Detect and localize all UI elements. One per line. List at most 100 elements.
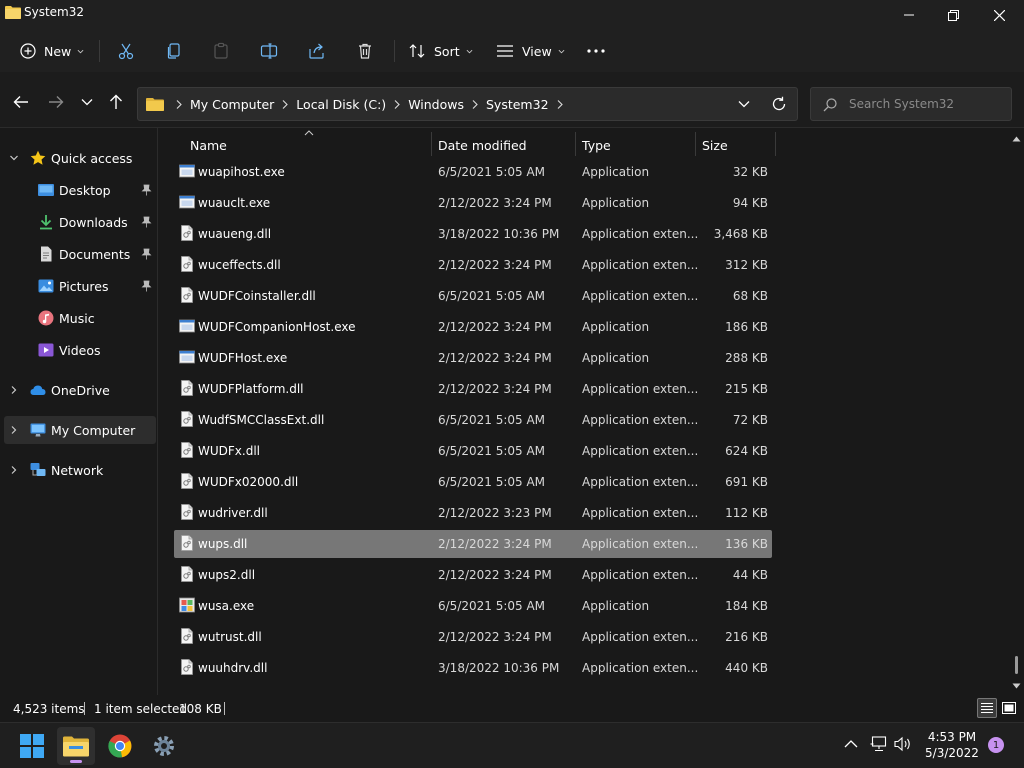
folder-icon (5, 6, 21, 19)
chevron-right-icon[interactable] (9, 425, 19, 435)
chevron-down-icon (77, 49, 84, 53)
vertical-scrollbar[interactable] (1009, 128, 1024, 695)
arrow-left-icon (13, 96, 28, 108)
pin-icon[interactable] (141, 216, 152, 228)
command-bar: New Sort View (0, 30, 1024, 72)
column-divider[interactable] (575, 132, 576, 156)
restore-button[interactable] (930, 0, 976, 30)
network-status-icon[interactable] (870, 736, 888, 752)
file-row[interactable]: wuauclt.exe 2/12/2022 3:24 PM Application 9… (174, 189, 772, 217)
minimize-button[interactable] (886, 0, 932, 30)
cut-button[interactable] (117, 38, 135, 64)
file-row[interactable]: wups.dll 2/12/2022 3:24 PM Application ext… (174, 530, 772, 558)
recent-locations-button[interactable] (77, 92, 97, 112)
sidebar-item-label: Desktop (59, 183, 111, 198)
file-date: 3/18/2022 10:36 PM (438, 661, 560, 675)
back-button[interactable] (11, 92, 31, 112)
details-view-button[interactable] (977, 698, 997, 718)
file-row[interactable]: WUDFPlatform.dll 2/12/2022 3:24 PM Applica… (174, 375, 772, 403)
column-header-date[interactable]: Date modified (438, 138, 527, 153)
sidebar-item-downloads[interactable]: Downloads (0, 208, 156, 236)
chevron-up-icon[interactable] (844, 739, 858, 749)
column-header-type[interactable]: Type (582, 138, 611, 153)
file-row[interactable]: WUDFCompanionHost.exe 2/12/2022 3:24 PM Ap… (174, 313, 772, 341)
share-button[interactable] (308, 38, 326, 64)
pin-icon[interactable] (141, 280, 152, 292)
status-bar: 4,523 items 1 item selected 108 KB (0, 695, 1024, 722)
breadcrumb-my-computer[interactable]: My Computer (190, 97, 274, 112)
pin-icon[interactable] (141, 184, 152, 196)
file-size: 186 KB (725, 320, 768, 334)
chevron-right-icon[interactable] (9, 385, 19, 395)
sidebar-item-videos[interactable]: Videos (0, 336, 156, 364)
file-row[interactable]: wuceffects.dll 2/12/2022 3:24 PM Applicati… (174, 251, 772, 279)
window-title: System32 (24, 5, 85, 19)
search-box[interactable] (810, 87, 1012, 121)
system-clock[interactable]: 4:53 PM 5/3/2022 (920, 729, 984, 761)
chevron-right-icon (557, 99, 563, 109)
file-name: wups.dll (198, 537, 248, 551)
exe-file-icon (179, 195, 195, 209)
sort-button[interactable]: Sort (408, 38, 473, 64)
taskbar-file-explorer[interactable] (57, 727, 95, 765)
delete-button[interactable] (356, 38, 374, 64)
up-button[interactable] (106, 92, 126, 112)
sidebar-item-network[interactable]: Network (0, 456, 156, 484)
address-bar[interactable]: My Computer Local Disk (C:) Windows Syst… (137, 87, 798, 121)
file-row[interactable]: wudriver.dll 2/12/2022 3:23 PM Application… (174, 499, 772, 527)
sidebar-item-desktop[interactable]: Desktop (0, 176, 156, 204)
file-row[interactable]: wutrust.dll 2/12/2022 3:24 PM Application … (174, 623, 772, 651)
notification-badge[interactable]: 1 (988, 737, 1004, 753)
sidebar-item-my-computer[interactable]: My Computer (4, 416, 156, 444)
file-name: WUDFCompanionHost.exe (198, 320, 356, 334)
scroll-down-icon[interactable] (1012, 683, 1021, 689)
start-button[interactable] (13, 727, 51, 765)
search-input[interactable] (849, 96, 1004, 112)
sidebar-item-onedrive[interactable]: OneDrive (0, 376, 156, 404)
new-button[interactable]: New (20, 38, 84, 64)
chevron-right-icon[interactable] (9, 465, 19, 475)
sidebar-item-documents[interactable]: Documents (0, 240, 156, 268)
thumbnail-view-button[interactable] (999, 698, 1019, 718)
file-row[interactable]: wuaueng.dll 3/18/2022 10:36 PM Application… (174, 220, 772, 248)
file-row[interactable]: wuuhdrv.dll 3/18/2022 10:36 PM Application… (174, 654, 772, 682)
breadcrumb-local-disk[interactable]: Local Disk (C:) (296, 97, 386, 112)
file-row[interactable]: WUDFx.dll 6/5/2021 5:05 AM Application ext… (174, 437, 772, 465)
volume-icon[interactable] (894, 736, 912, 752)
paste-button[interactable] (212, 38, 230, 64)
scroll-up-icon[interactable] (1012, 136, 1021, 142)
view-button[interactable]: View (496, 38, 565, 64)
scrollbar-thumb[interactable] (1015, 656, 1018, 674)
forward-button[interactable] (46, 92, 66, 112)
file-size: 3,468 KB (713, 227, 768, 241)
file-row[interactable]: WUDFx02000.dll 6/5/2021 5:05 AM Applicatio… (174, 468, 772, 496)
address-dropdown-icon[interactable] (738, 99, 750, 109)
chevron-right-icon (394, 99, 400, 109)
column-header-name[interactable]: Name (190, 138, 227, 153)
taskbar-settings[interactable] (145, 727, 183, 765)
file-row[interactable]: wusa.exe 6/5/2021 5:05 AM Application 184 K… (174, 592, 772, 620)
sidebar-item-quick-access[interactable]: Quick access (0, 144, 156, 172)
copy-button[interactable] (165, 38, 183, 64)
file-row[interactable]: WUDFHost.exe 2/12/2022 3:24 PM Application… (174, 344, 772, 372)
rename-button[interactable] (260, 38, 278, 64)
taskbar-chrome[interactable] (101, 727, 139, 765)
more-options-button[interactable] (586, 38, 606, 64)
column-divider[interactable] (775, 132, 776, 156)
column-divider[interactable] (431, 132, 432, 156)
sidebar-item-music[interactable]: Music (0, 304, 156, 332)
breadcrumb-windows[interactable]: Windows (408, 97, 464, 112)
file-row[interactable]: WudfSMCClassExt.dll 6/5/2021 5:05 AM Appli… (174, 406, 772, 434)
refresh-icon[interactable] (771, 96, 787, 112)
column-divider[interactable] (695, 132, 696, 156)
file-date: 2/12/2022 3:24 PM (438, 258, 552, 272)
file-row[interactable]: WUDFCoinstaller.dll 6/5/2021 5:05 AM Appli… (174, 282, 772, 310)
close-button[interactable] (976, 0, 1022, 30)
chevron-down-icon[interactable] (9, 153, 19, 163)
sidebar-item-pictures[interactable]: Pictures (0, 272, 156, 300)
breadcrumb-system32[interactable]: System32 (486, 97, 549, 112)
file-row[interactable]: wups2.dll 2/12/2022 3:24 PM Application ex… (174, 561, 772, 589)
column-header-size[interactable]: Size (702, 138, 728, 153)
file-row[interactable]: wuapihost.exe 6/5/2021 5:05 AM Application… (174, 158, 772, 186)
pin-icon[interactable] (141, 248, 152, 260)
